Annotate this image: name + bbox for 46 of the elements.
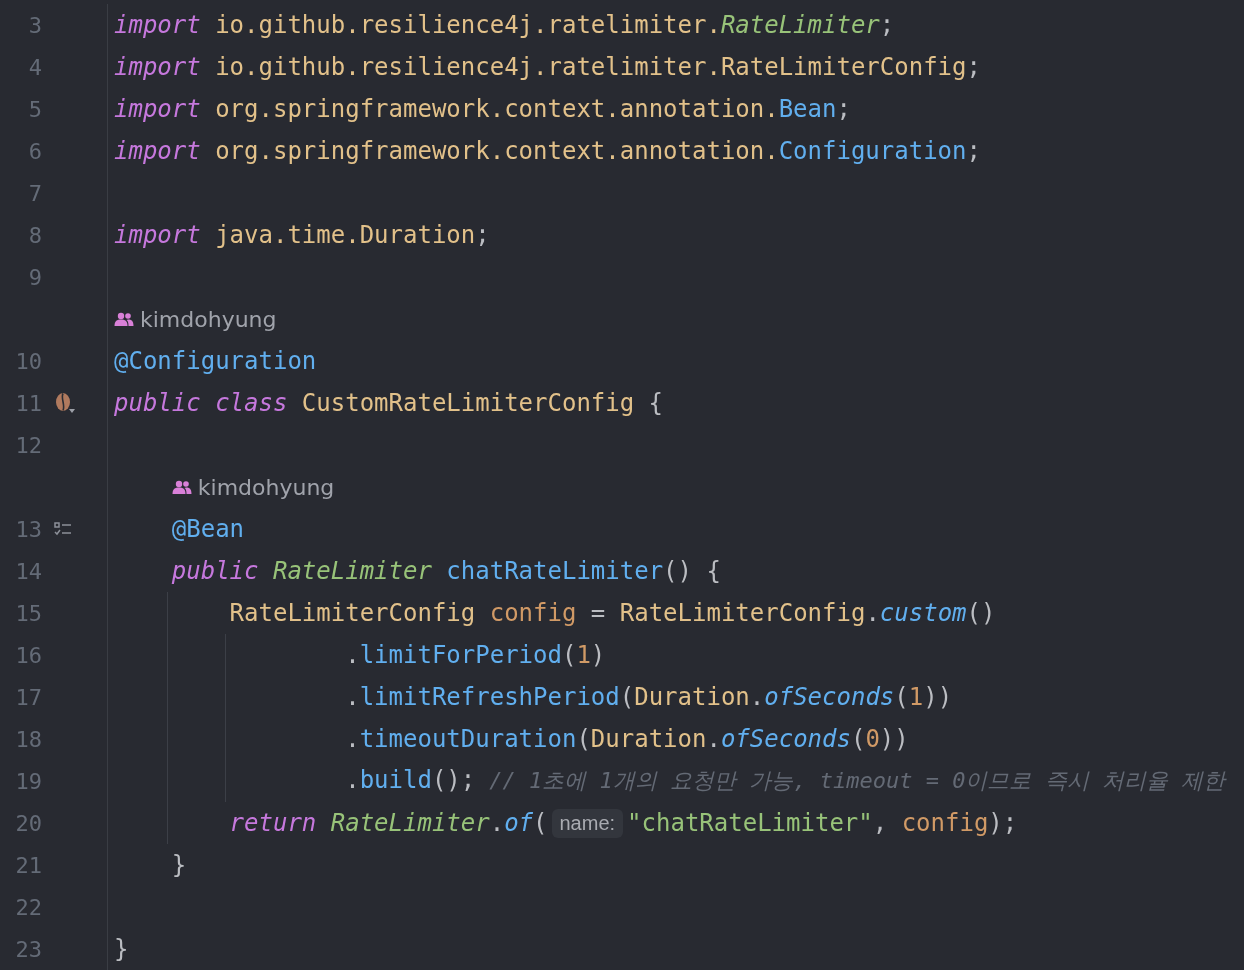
code-text: public class CustomRateLimiterConfig { <box>114 389 664 417</box>
line-number: 9 <box>27 264 42 290</box>
code-text: } <box>114 935 129 963</box>
code-text: import io.github.resilience4j.ratelimiter.RateLimiter; <box>114 11 895 39</box>
people-icon <box>171 480 192 494</box>
line-number: 11 <box>14 390 42 416</box>
line-number: 7 <box>27 180 42 206</box>
code-text: return RateLimiter.of( <box>229 809 548 837</box>
people-icon <box>114 312 134 326</box>
line-number: 19 <box>14 768 42 794</box>
line-number: 3 <box>27 12 42 38</box>
code-text: public RateLimiter chatRateLimiter() { <box>171 557 721 585</box>
line-number: 22 <box>14 894 42 920</box>
author-name[interactable]: kimdohyung <box>140 306 277 332</box>
code-text: import io.github.resilience4j.ratelimiter.RateLimiterConfig; <box>114 53 981 81</box>
bean-icon[interactable] <box>54 392 76 414</box>
line-number: 20 <box>14 810 42 836</box>
line-number: 10 <box>14 348 42 374</box>
code-text: import org.springframework.context.annotation.Configuration; <box>114 137 981 165</box>
line-number: 4 <box>27 54 42 80</box>
line-number: 16 <box>14 642 42 668</box>
code-text: import org.springframework.context.annotation.Bean; <box>114 95 851 123</box>
code-text: import java.time.Duration; <box>114 221 490 249</box>
code-text: .build(); // 1초에 1개의 요청만 가능, timeout = 0이므로 즉시 처리율 제한 <box>345 766 1226 796</box>
code-text: .limitForPeriod(1) <box>345 641 606 669</box>
code-text: .limitRefreshPeriod(Duration.ofSeconds(1)) <box>345 683 953 711</box>
line-number: 6 <box>27 138 42 164</box>
line-number: 15 <box>14 600 42 626</box>
code-text: @Bean <box>171 515 245 543</box>
code-text: } <box>171 851 187 879</box>
line-number: 21 <box>14 852 42 878</box>
line-number: 17 <box>14 684 42 710</box>
code-text: RateLimiterConfig config = RateLimiterConfig.custom() <box>229 599 996 627</box>
line-number: 13 <box>14 516 42 542</box>
parameter-hint: name: <box>551 808 624 838</box>
code-text: .timeoutDuration(Duration.ofSeconds(0)) <box>345 725 909 753</box>
code-text: "chatRateLimiter", config); <box>627 809 1018 837</box>
line-number: 23 <box>14 936 42 962</box>
line-number: 5 <box>27 96 42 122</box>
line-number: 8 <box>27 222 42 248</box>
line-number: 14 <box>14 558 42 584</box>
line-number: 18 <box>14 726 42 752</box>
checklist-icon[interactable] <box>54 522 72 536</box>
line-number: 12 <box>14 432 42 458</box>
code-text: @Configuration <box>114 347 317 375</box>
author-name[interactable]: kimdohyung <box>197 474 335 500</box>
